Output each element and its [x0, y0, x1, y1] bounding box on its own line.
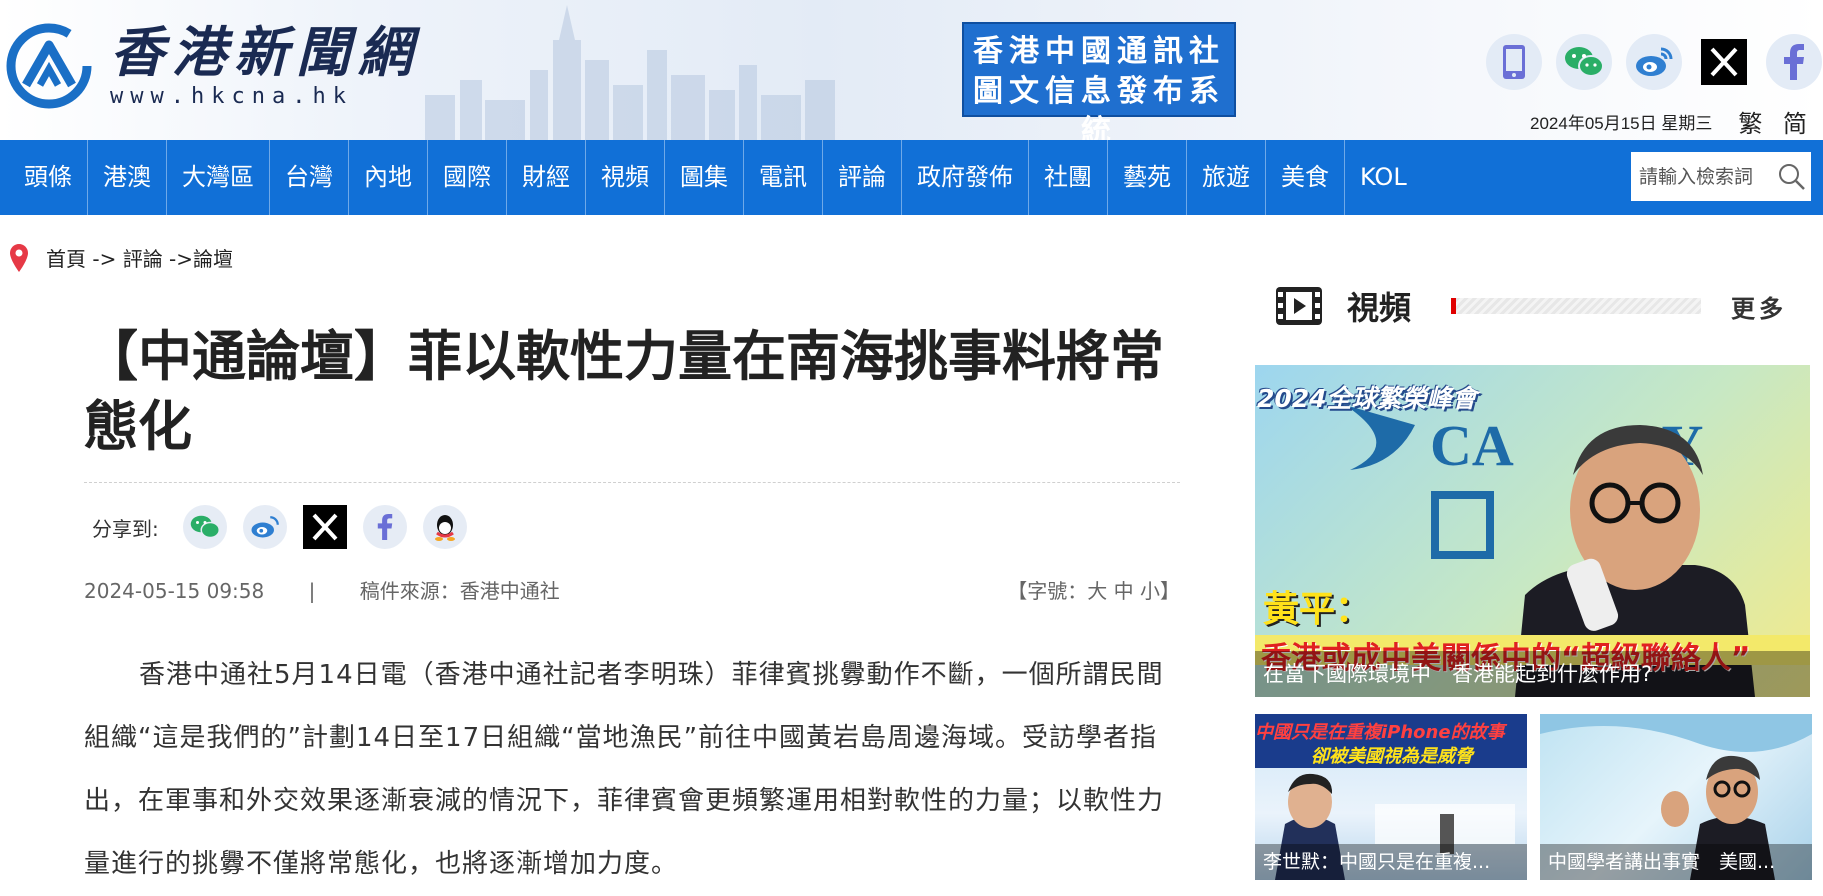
nav-item-kol[interactable]: KOL: [1345, 140, 1422, 215]
search-input[interactable]: [1639, 165, 1777, 188]
x-icon[interactable]: [1701, 39, 1747, 85]
facebook-icon[interactable]: [362, 505, 407, 549]
logo-url-text: www.hkcna.hk: [110, 84, 353, 109]
featured-video-overlay-name: 黃平：: [1263, 589, 1372, 630]
nav-item-gallery[interactable]: 圖集: [665, 140, 744, 215]
wechat-icon[interactable]: [182, 505, 227, 549]
skyline-background: [425, 5, 835, 140]
wechat-icon[interactable]: [1556, 34, 1612, 90]
location-pin-icon: [10, 243, 28, 272]
nav-item-finance[interactable]: 財經: [507, 140, 586, 215]
nav-item-video[interactable]: 視頻: [586, 140, 665, 215]
facebook-icon[interactable]: [1766, 34, 1822, 90]
nav-item-headlines[interactable]: 頭條: [0, 140, 88, 215]
article-source: 稿件來源：香港中通社: [359, 579, 560, 603]
header-social-links: [1486, 34, 1823, 90]
lang-simplified-link[interactable]: 简: [1783, 111, 1809, 138]
film-icon: [1276, 287, 1322, 325]
share-label: 分享到:: [92, 516, 159, 541]
breadcrumb-path[interactable]: 首頁 -> 評論 ->論壇: [46, 243, 233, 272]
video-thumb-2[interactable]: 中國學者講出事實 美國...: [1540, 714, 1812, 880]
article-datetime: 2024-05-15 09:58: [84, 579, 265, 603]
more-videos-link[interactable]: 更多: [1731, 289, 1787, 324]
cns-banner-line1: 香港中國通訊社: [973, 34, 1225, 69]
video-thumb-1-caption[interactable]: 李世默：中國只是在重複...: [1255, 844, 1527, 880]
mobile-icon[interactable]: [1486, 34, 1542, 90]
header-date-bar: 2024年05月15日 星期三 繁 简: [1530, 104, 1819, 139]
video-section-header: 視頻 更多: [1275, 283, 1790, 329]
hkcna-logo-icon: [6, 23, 92, 108]
cns-banner-line2: 圖文信息發布系統: [973, 74, 1225, 140]
featured-video-caption[interactable]: 在當下國際環境中 香港能起到什麼作用?: [1255, 651, 1810, 697]
font-size-control[interactable]: 【字號：大 中 小】: [1007, 575, 1180, 604]
video-thumb-1-overlay2: 卻被美國視為是威脅: [1311, 746, 1473, 767]
breadcrumb: 首頁 -> 評論 ->論壇: [10, 243, 233, 272]
video-thumb-1-overlay: 中國只是在重複iPhone的故事: [1255, 722, 1505, 743]
nav-item-opinion[interactable]: 評論: [823, 140, 902, 215]
main-nav: 頭條 港澳 大灣區 台灣 內地 國際 財經 視頻 圖集 電訊 評論 政府發佈 社…: [0, 140, 1823, 215]
article-body: 香港中通社5月14日電（香港中通社記者李明珠）菲律賓挑釁動作不斷，一個所謂民間組…: [84, 660, 1165, 879]
article-meta: 2024-05-15 09:58 | 稿件來源：香港中通社 【字號：大 中 小】: [84, 575, 1180, 604]
video-thumb-2-caption[interactable]: 中國學者講出事實 美國...: [1540, 844, 1812, 880]
featured-video[interactable]: CA AY 2024全球繁榮峰會 黃平： 香港或成中美關係中的“超級聯絡人” 在…: [1255, 365, 1810, 697]
qq-icon[interactable]: [422, 505, 467, 549]
logo-chinese-text: 香港新聞網: [110, 20, 420, 84]
nav-item-wire[interactable]: 電訊: [744, 140, 823, 215]
title-divider: [84, 482, 1180, 483]
nav-item-travel[interactable]: 旅遊: [1187, 140, 1266, 215]
lang-traditional-link[interactable]: 繁: [1738, 111, 1764, 138]
article: 【中通論壇】菲以軟性力量在南海挑事料將常態化 分享到: 2024-05-15 0…: [84, 322, 1180, 896]
video-section-title: 視頻: [1347, 289, 1412, 327]
nav-item-mainland[interactable]: 內地: [349, 140, 428, 215]
weibo-icon[interactable]: [1626, 34, 1682, 90]
svg-text:CA: CA: [1430, 413, 1514, 478]
nav-item-international[interactable]: 國際: [428, 140, 507, 215]
nav-item-greater-bay[interactable]: 大灣區: [167, 140, 270, 215]
article-title: 【中通論壇】菲以軟性力量在南海挑事料將常態化: [84, 325, 1164, 458]
section-title-bar: [1451, 298, 1702, 314]
cns-banner[interactable]: 香港中國通訊社 圖文信息發布系統: [962, 22, 1236, 140]
featured-video-overlay-top: 2024全球繁榮峰會: [1257, 384, 1477, 413]
nav-item-hk-macau[interactable]: 港澳: [88, 140, 167, 215]
search-icon[interactable]: [1777, 162, 1807, 192]
current-date: 2024年05月15日 星期三: [1530, 114, 1713, 133]
x-icon[interactable]: [302, 505, 347, 549]
nav-item-food[interactable]: 美食: [1266, 140, 1345, 215]
search-box: [1631, 152, 1811, 201]
weibo-icon[interactable]: [242, 505, 287, 549]
nav-item-taiwan[interactable]: 台灣: [270, 140, 349, 215]
site-logo[interactable]: 香港新聞網 www.hkcna.hk: [6, 22, 420, 109]
nav-item-associations[interactable]: 社團: [1029, 140, 1108, 215]
nav-item-gov-release[interactable]: 政府發佈: [902, 140, 1029, 215]
nav-item-arts[interactable]: 藝苑: [1108, 140, 1187, 215]
video-thumb-1[interactable]: 中國只是在重複iPhone的故事 卻被美國視為是威脅 李世默：中國只是在重複..…: [1255, 714, 1527, 880]
site-header: 香港新聞網 www.hkcna.hk 香港中國通訊社 圖文信息發布系統 2024…: [0, 0, 1823, 140]
meta-separator: |: [308, 579, 316, 603]
share-bar: 分享到:: [84, 505, 1180, 549]
